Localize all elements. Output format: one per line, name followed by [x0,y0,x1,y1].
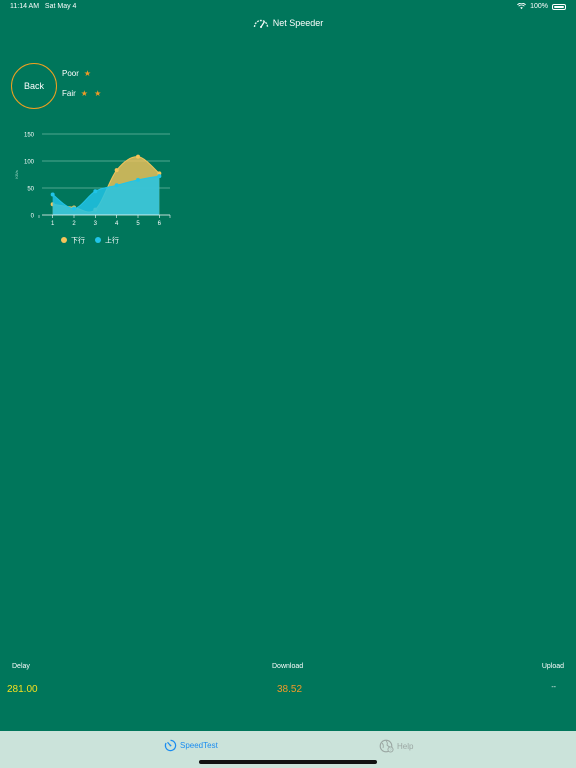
upload-value: -- [551,684,556,691]
speedtest-icon [164,739,177,752]
delay-label: Delay [12,663,30,670]
rating-poor: Poor ★ [62,69,93,78]
data-point [136,177,140,182]
rating-poor-label: Poor [62,69,79,78]
x-tick-label: 5 [136,221,140,227]
x-tick-label: 4 [115,221,119,227]
legend-swatch-1 [61,237,67,243]
x-tick-label: 1 [51,221,55,227]
x-tick-label: 3 [94,221,98,227]
back-button-label: Back [23,81,44,91]
page-title: Net Speeder [272,18,324,28]
nav-title: Net Speeder [0,18,576,28]
tab-speedtest[interactable]: SpeedTest [164,739,218,752]
y-tick-label: 100 [24,160,35,166]
y-tick-label: 150 [24,133,35,139]
data-point [93,189,98,194]
legend-label-1: 下行 [71,236,85,245]
help-globe-icon: ? [379,739,394,753]
status-time: 11:14 AM [10,3,40,10]
y-tick-label: 50 [27,187,34,193]
legend-label-2: 上行 [105,236,119,245]
x-tick-label: 6 [158,221,162,227]
tab-help[interactable]: ? Help [379,739,413,753]
data-point [136,154,140,159]
status-date: Sat May 4 [44,3,77,10]
wifi-icon [517,3,527,10]
rating-fair-label: Fair [62,89,76,98]
series-area-2 [52,176,160,215]
data-point [114,168,119,173]
status-bar: 11:14 AM Sat May 4 100% [0,0,576,14]
rating-fair: Fair ★ ★ [62,89,103,98]
y-tick-label: 0 [31,214,35,220]
svg-text:?: ? [389,748,391,752]
data-point [157,174,162,179]
data-point [72,206,76,211]
battery-percent: 100% [530,3,548,10]
status-right: 100% [517,3,566,10]
legend-swatch-2 [95,237,101,243]
rating-poor-stars: ★ [83,69,94,78]
back-button[interactable]: Back [11,63,57,109]
speedometer-icon [253,19,268,28]
download-label: Download [272,663,304,670]
upload-label: Upload [541,663,564,670]
y-axis-label: KB/s [14,170,19,178]
speed-chart: 0 50 100 150 KB/s 1 2 3 4 5 6 下行 上行 [14,133,171,245]
x-tick-label: 2 [72,221,76,227]
delay-value: 281.00 [7,684,38,695]
battery-icon [552,3,566,10]
download-value: 38.52 [277,684,303,695]
tab-speedtest-label: SpeedTest [180,741,218,750]
home-indicator[interactable] [199,760,377,764]
data-point [114,183,119,188]
status-time-date: 11:14 AM Sat May 4 [10,3,76,10]
data-point [50,192,55,197]
rating-fair-stars: ★ ★ [80,89,104,98]
tab-help-label: Help [397,741,414,751]
